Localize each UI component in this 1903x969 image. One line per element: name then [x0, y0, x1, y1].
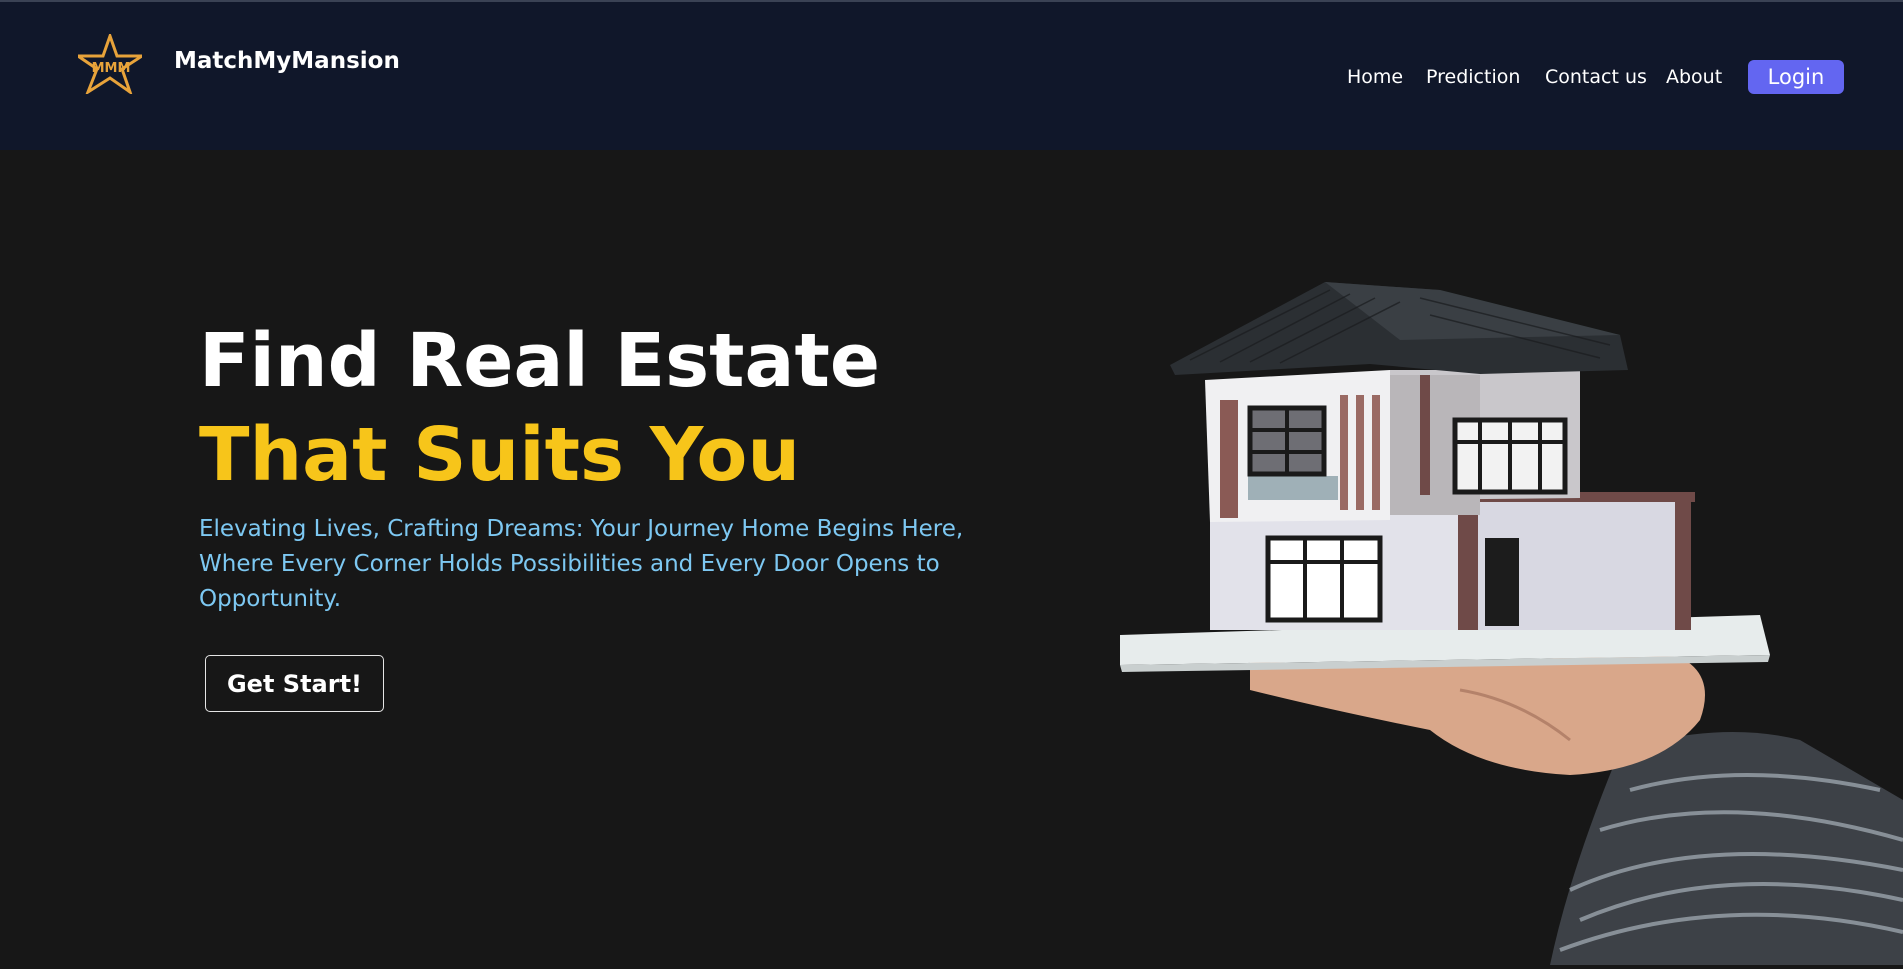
nav-home-link[interactable]: Home [1347, 66, 1403, 88]
svg-text:MMM: MMM [92, 61, 131, 76]
hero-title-line2: That Suits You [199, 412, 801, 498]
nav-contact-link[interactable]: Contact us [1545, 66, 1647, 88]
nav-prediction-link[interactable]: Prediction [1426, 66, 1520, 88]
navbar: MMM MatchMyMansion Home Prediction Conta… [0, 2, 1903, 150]
login-button[interactable]: Login [1748, 60, 1844, 94]
star-logo-icon[interactable]: MMM [73, 31, 148, 96]
brand-name[interactable]: MatchMyMansion [174, 48, 400, 74]
hero-title-line1: Find Real Estate [199, 318, 881, 404]
hero-subtitle: Elevating Lives, Crafting Dreams: Your J… [199, 516, 964, 612]
house-model-on-hand-image [1100, 270, 1903, 965]
get-start-button[interactable]: Get Start! [205, 655, 384, 712]
nav-about-link[interactable]: About [1666, 66, 1722, 88]
